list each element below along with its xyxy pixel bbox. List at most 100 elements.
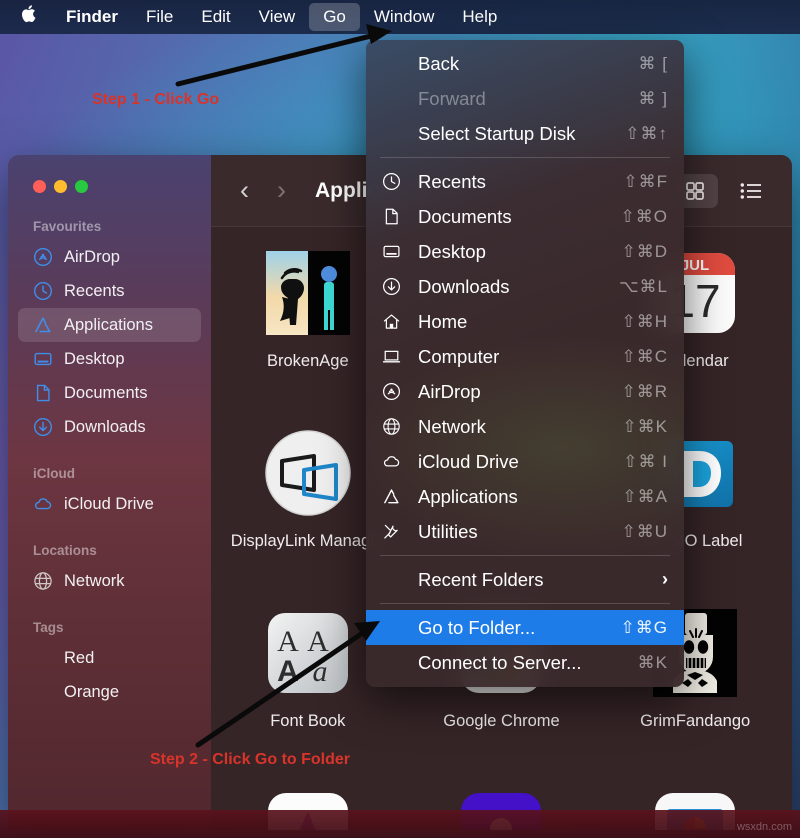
sidebar-item-label: Recents xyxy=(64,281,125,300)
menu-item-shortcut: ⇧⌘C xyxy=(621,346,668,366)
sidebar-item-label: AirDrop xyxy=(64,247,120,266)
sidebar-item-downloads[interactable]: Downloads xyxy=(18,410,201,444)
menu-item-label: Recents xyxy=(418,170,486,192)
menu-item-shortcut: ⇧⌘O xyxy=(620,206,668,226)
clock-icon xyxy=(33,281,53,301)
svg-text:JUL: JUL xyxy=(681,257,709,274)
go-menu-item-icloud-drive[interactable]: iCloud Drive ⇧⌘ I xyxy=(366,444,684,479)
menu-item-shortcut: ⇧⌘A xyxy=(622,486,668,506)
go-menu-dropdown: Back ⌘ [ Forward ⌘ ] Select Startup Disk… xyxy=(366,40,684,687)
file-label: Google Chrome xyxy=(443,712,560,730)
screenshot-root: Finder File Edit View Go Window Help Fav… xyxy=(0,0,800,838)
watermark: wsxdn.com xyxy=(736,821,792,833)
sidebar-item-label: Documents xyxy=(64,383,148,402)
back-button[interactable]: ‹ xyxy=(233,175,256,206)
menu-item-label: Forward xyxy=(418,87,486,109)
menu-item-label: Desktop xyxy=(418,240,486,262)
menu-window[interactable]: Window xyxy=(360,3,448,31)
menu-finder[interactable]: Finder xyxy=(52,3,132,31)
annotation-step2: Step 2 - Click Go to Folder xyxy=(150,751,351,768)
brokenage-app-icon xyxy=(260,245,356,341)
menu-separator xyxy=(380,555,670,556)
sidebar-item-label: Applications xyxy=(64,315,153,334)
go-menu-item-home[interactable]: Home ⇧⌘H xyxy=(366,304,684,339)
sidebar-item-icloud-drive[interactable]: iCloud Drive xyxy=(18,487,201,521)
close-button[interactable] xyxy=(33,180,46,193)
go-menu-item-select-startup-disk[interactable]: Select Startup Disk ⇧⌘↑ xyxy=(366,116,684,151)
menu-item-shortcut: ⇧⌘K xyxy=(622,416,668,436)
sidebar-item-documents[interactable]: Documents xyxy=(18,376,201,410)
sidebar-item-desktop[interactable]: Desktop xyxy=(18,342,201,376)
file-label: GrimFandango xyxy=(640,712,751,730)
menu-item-shortcut: ⌘ ] xyxy=(638,88,668,108)
menu-item-label: Back xyxy=(418,52,460,74)
sidebar-item-label: Red xyxy=(64,648,95,667)
tag-dot-red-icon xyxy=(33,648,53,668)
go-menu-item-go-to-folder[interactable]: Go to Folder... ⇧⌘G xyxy=(366,610,684,645)
applications-icon xyxy=(382,487,404,506)
sidebar-section-title: iCloud xyxy=(33,466,75,481)
menu-item-label: Home xyxy=(418,310,468,332)
go-menu-item-computer[interactable]: Computer ⇧⌘C xyxy=(366,339,684,374)
sidebar-section-icloud: iCloud iCloud Drive xyxy=(8,466,211,521)
apple-logo-icon[interactable] xyxy=(10,4,52,30)
menu-item-label: Applications xyxy=(418,485,518,507)
list-view-button[interactable] xyxy=(728,174,774,208)
airdrop-icon xyxy=(33,247,53,267)
go-menu-item-back[interactable]: Back ⌘ [ xyxy=(366,46,684,81)
go-menu-item-documents[interactable]: Documents ⇧⌘O xyxy=(366,199,684,234)
menu-item-shortcut: ⇧⌘D xyxy=(621,241,668,261)
menu-file[interactable]: File xyxy=(132,3,187,31)
downloads-icon xyxy=(382,277,404,296)
go-menu-item-recents[interactable]: Recents ⇧⌘F xyxy=(366,164,684,199)
menu-view[interactable]: View xyxy=(245,3,310,31)
fontbook-app-icon: A A A a xyxy=(260,605,356,701)
menu-edit[interactable]: Edit xyxy=(187,3,244,31)
sidebar-item-label: iCloud Drive xyxy=(64,494,154,513)
go-menu-item-connect-to-server[interactable]: Connect to Server... ⌘K xyxy=(366,645,684,680)
clock-icon xyxy=(382,172,404,191)
menu-go[interactable]: Go xyxy=(309,3,360,31)
menu-item-label: Recent Folders xyxy=(418,568,544,590)
sidebar-item-label: Network xyxy=(64,571,125,590)
sidebar-section-locations: Locations Network xyxy=(8,543,211,598)
menu-item-label: AirDrop xyxy=(418,380,481,402)
window-controls xyxy=(8,155,211,193)
menu-help[interactable]: Help xyxy=(448,3,511,31)
sidebar-item-airdrop[interactable]: AirDrop xyxy=(18,240,201,274)
go-menu-item-recent-folders[interactable]: Recent Folders › xyxy=(366,562,684,597)
document-icon xyxy=(33,383,53,403)
minimize-button[interactable] xyxy=(54,180,67,193)
sidebar-item-network[interactable]: Network xyxy=(18,564,201,598)
go-menu-item-forward: Forward ⌘ ] xyxy=(366,81,684,116)
sidebar-item-tag-orange[interactable]: Orange xyxy=(18,675,201,709)
forward-button[interactable]: › xyxy=(270,175,293,206)
sidebar-item-recents[interactable]: Recents xyxy=(18,274,201,308)
go-menu-item-applications[interactable]: Applications ⇧⌘A xyxy=(366,479,684,514)
chevron-right-icon: › xyxy=(662,569,668,589)
go-menu-item-desktop[interactable]: Desktop ⇧⌘D xyxy=(366,234,684,269)
home-icon xyxy=(382,312,404,331)
zoom-button[interactable] xyxy=(75,180,88,193)
menu-item-label: Select Startup Disk xyxy=(418,122,576,144)
menu-item-shortcut: ⌘K xyxy=(637,652,668,672)
sidebar-item-tag-red[interactable]: Red xyxy=(18,641,201,675)
displaylink-app-icon xyxy=(260,425,356,521)
go-menu-item-airdrop[interactable]: AirDrop ⇧⌘R xyxy=(366,374,684,409)
go-menu-item-downloads[interactable]: Downloads ⌥⌘L xyxy=(366,269,684,304)
airdrop-icon xyxy=(382,382,404,401)
go-menu-item-utilities[interactable]: Utilities ⇧⌘U xyxy=(366,514,684,549)
sidebar-item-applications[interactable]: Applications xyxy=(18,308,201,342)
desktop-icon xyxy=(33,349,53,369)
network-icon xyxy=(382,417,404,436)
tag-dot-orange-icon xyxy=(33,682,53,702)
downloads-icon xyxy=(33,417,53,437)
computer-icon xyxy=(382,347,404,366)
sidebar-section-title: Locations xyxy=(33,543,97,558)
annotation-step1: Step 1 - Click Go xyxy=(92,91,220,108)
menu-item-label: Connect to Server... xyxy=(418,651,582,673)
menu-item-label: Utilities xyxy=(418,520,478,542)
dock-strip xyxy=(0,810,800,838)
menu-item-label: Documents xyxy=(418,205,512,227)
go-menu-item-network[interactable]: Network ⇧⌘K xyxy=(366,409,684,444)
